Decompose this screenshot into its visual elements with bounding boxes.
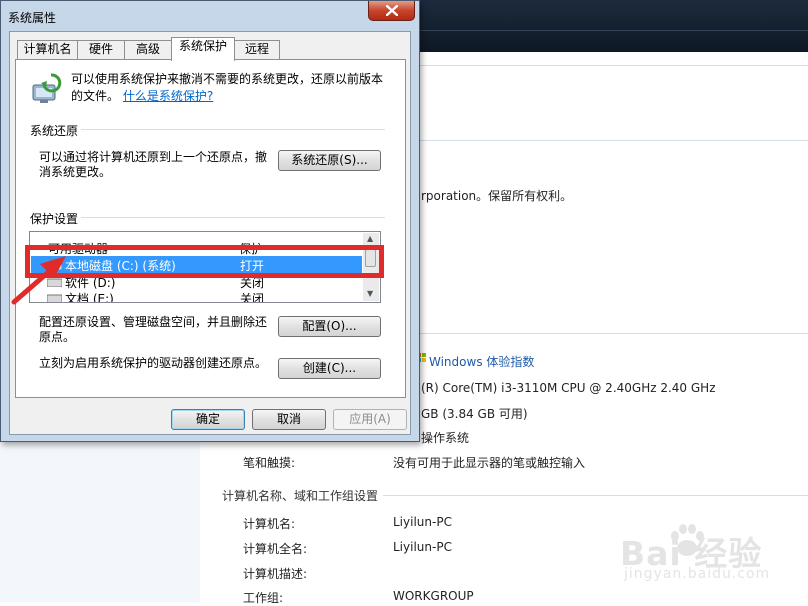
system-type-value: 操作系统 xyxy=(421,431,470,445)
protection-settings-group-label: 保护设置 xyxy=(30,212,79,226)
drive-protection-status: 关闭 xyxy=(240,292,265,303)
full-computer-name-label: 计算机全名: xyxy=(243,542,308,556)
workgroup-value: WORKGROUP xyxy=(393,589,474,603)
memory-value: GB (3.84 GB 可用) xyxy=(421,407,528,421)
processor-value: (R) Core(TM) i3-3110M CPU @ 2.40GHz 2.40… xyxy=(421,381,716,395)
computer-name-section-title: 计算机名称、域和工作组设置 xyxy=(222,489,379,503)
workgroup-label: 工作组: xyxy=(243,591,284,605)
system-restore-group-label: 系统还原 xyxy=(30,124,79,138)
experience-index-link[interactable]: Windows 体验指数 xyxy=(429,353,534,370)
system-restore-button[interactable]: 系统还原(S)... xyxy=(278,150,381,171)
intro-text: 可以使用系统保护来撤消不需要的系统更改，还原以前版本的文件。 什么是系统保护? xyxy=(71,71,391,105)
tab-remote[interactable]: 远程 xyxy=(234,40,280,59)
computer-name-value: Liyilun-PC xyxy=(393,515,452,529)
group-divider xyxy=(81,217,385,218)
group-divider xyxy=(81,129,385,130)
pen-touch-label: 笔和触摸: xyxy=(243,456,296,470)
system-restore-description: 可以通过将计算机还原到上一个还原点，撤消系统更改。 xyxy=(39,150,268,179)
copyright-text: rporation。保留所有权利。 xyxy=(421,189,573,203)
drive-name: 文档 (E:) xyxy=(65,292,114,303)
paw-icon xyxy=(671,524,704,556)
system-protection-panel xyxy=(15,59,406,398)
tab-advanced[interactable]: 高级 xyxy=(124,40,172,59)
close-button[interactable] xyxy=(368,1,415,21)
create-description: 立刻为启用系统保护的驱动器创建还原点。 xyxy=(39,356,268,370)
system-protection-icon xyxy=(32,73,62,103)
tab-computer-name[interactable]: 计算机名 xyxy=(17,40,78,59)
configure-button[interactable]: 配置(O)... xyxy=(278,316,381,337)
close-icon xyxy=(386,5,398,16)
what-is-system-protection-link[interactable]: 什么是系统保护? xyxy=(123,89,213,103)
background-divider xyxy=(420,333,808,334)
watermark-url: jingyan.baidu.com xyxy=(624,566,771,582)
full-computer-name-value: Liyilun-PC xyxy=(393,540,452,554)
create-button[interactable]: 创建(C)... xyxy=(278,358,381,379)
annotation-highlight-box xyxy=(25,245,384,278)
system-properties-dialog: 系统属性 计算机名 硬件 高级 系统保护 远程 可以使用系统保护来撤消不需要的系… xyxy=(0,0,420,442)
cancel-button[interactable]: 取消 xyxy=(252,409,326,430)
ok-button[interactable]: 确定 xyxy=(171,409,245,430)
configure-description: 配置还原设置、管理磁盘空间，并且删除还原点。 xyxy=(39,315,268,344)
annotation-arrow-icon xyxy=(11,256,66,305)
scroll-down-icon[interactable]: ▼ xyxy=(367,289,373,298)
scroll-up-icon[interactable]: ▲ xyxy=(367,234,373,243)
apply-button[interactable]: 应用(A) xyxy=(333,409,407,430)
computer-name-label: 计算机名: xyxy=(243,517,296,531)
tab-hardware[interactable]: 硬件 xyxy=(77,40,125,59)
drive-row-e[interactable]: 文档 (E:) 关闭 xyxy=(31,289,362,303)
background-divider xyxy=(420,65,808,66)
pen-touch-value: 没有可用于此显示器的笔或触控输入 xyxy=(393,456,586,470)
intro-description: 可以使用系统保护来撤消不需要的系统更改，还原以前版本的文件。 xyxy=(71,72,384,103)
background-divider xyxy=(420,140,808,141)
section-divider xyxy=(383,495,808,496)
computer-description-label: 计算机描述: xyxy=(243,567,308,581)
dialog-title: 系统属性 xyxy=(8,11,57,25)
tab-system-protection[interactable]: 系统保护 xyxy=(171,37,235,61)
